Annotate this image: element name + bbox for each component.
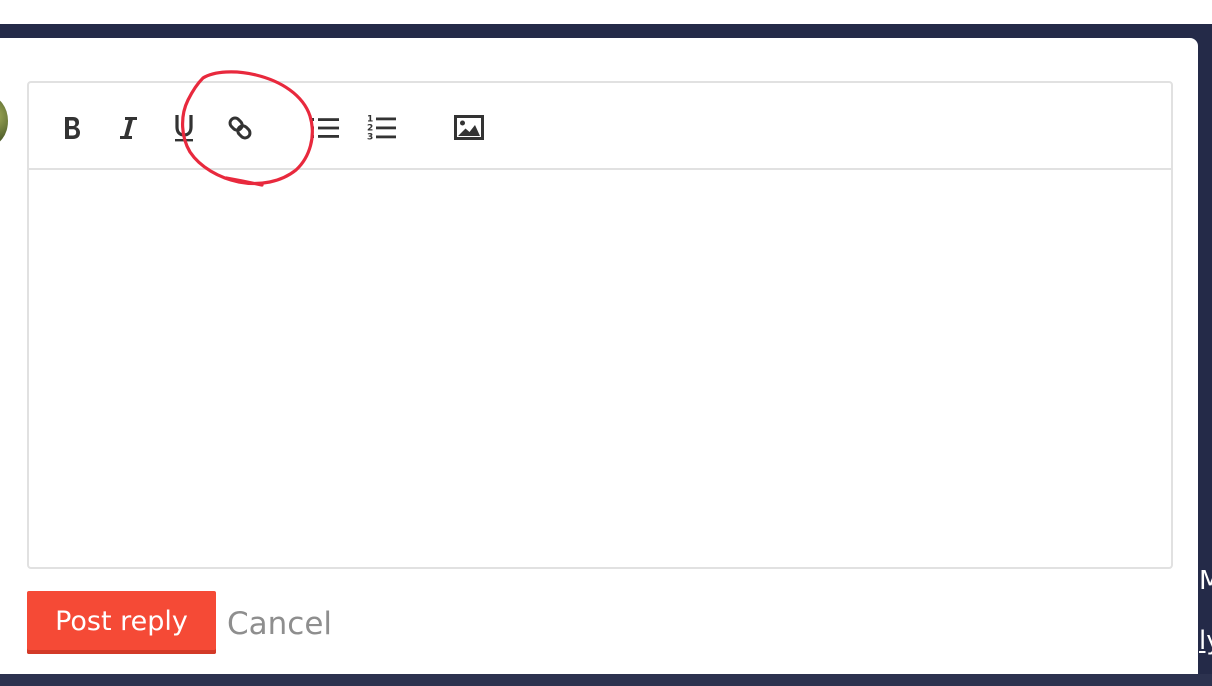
numbered-list-icon: 1 2 3 (366, 113, 398, 143)
page-backdrop-bottom (0, 674, 1212, 686)
image-icon (454, 115, 484, 141)
rich-text-editor: 1 2 3 (27, 81, 1173, 569)
image-button[interactable] (453, 112, 485, 144)
bullet-list-icon (309, 114, 341, 142)
italic-button[interactable] (112, 112, 144, 144)
top-strip (0, 0, 1212, 24)
bold-icon (59, 114, 85, 142)
formatting-toolbar: 1 2 3 (29, 83, 1171, 170)
numbered-list-button[interactable]: 1 2 3 (366, 112, 398, 144)
editor-content-area[interactable] (29, 170, 1171, 567)
italic-icon (115, 114, 141, 142)
link-button[interactable] (224, 112, 256, 144)
link-icon (225, 113, 255, 143)
underline-button[interactable] (168, 112, 200, 144)
edge-link-fragment[interactable]: ly (1199, 626, 1212, 656)
svg-text:3: 3 (367, 133, 373, 143)
edge-text-fragment: M (1199, 566, 1212, 596)
bold-button[interactable] (56, 112, 88, 144)
cancel-button[interactable]: Cancel (227, 600, 332, 648)
underline-icon (171, 113, 197, 143)
bullet-list-button[interactable] (309, 112, 341, 144)
post-reply-button[interactable]: Post reply (27, 591, 216, 654)
